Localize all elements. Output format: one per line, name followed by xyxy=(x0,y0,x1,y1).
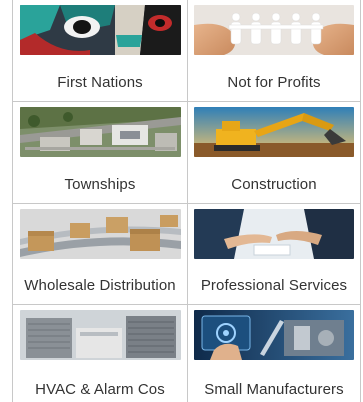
tile-label: Professional Services xyxy=(200,277,348,294)
tile-label: Small Manufacturers xyxy=(204,381,344,398)
business-handshake-image xyxy=(194,209,354,259)
industry-tile-professional-services[interactable]: Professional Services xyxy=(188,204,360,304)
excavator-image xyxy=(194,107,354,157)
totem-pole-art-image xyxy=(20,5,181,55)
industry-row: Townships Construction xyxy=(13,102,360,204)
hvac-units-image xyxy=(20,310,181,360)
industry-tile-first-nations[interactable]: First Nations xyxy=(13,0,188,101)
tile-label: Wholesale Distribution xyxy=(24,277,176,294)
industry-tile-townships[interactable]: Townships xyxy=(13,102,188,203)
industry-tile-construction[interactable]: Construction xyxy=(188,102,360,203)
industry-tile-not-for-profits[interactable]: Not for Profits xyxy=(188,0,360,101)
factory-technology-image xyxy=(194,310,354,360)
tile-label: Construction xyxy=(231,176,317,193)
industry-tile-small-manufacturers[interactable]: Small Manufacturers xyxy=(188,305,360,402)
tile-label: Townships xyxy=(64,176,136,193)
industry-grid: First Nations Not for Profits Townships … xyxy=(12,0,361,402)
tile-label: First Nations xyxy=(57,74,143,91)
industry-row: First Nations Not for Profits xyxy=(13,0,360,102)
hands-paper-people-image xyxy=(194,5,354,55)
tile-label: HVAC & Alarm Cos xyxy=(35,381,165,398)
industry-tile-hvac-alarm[interactable]: HVAC & Alarm Cos xyxy=(13,305,188,402)
boxes-conveyor-image xyxy=(20,209,181,259)
industry-row: Wholesale Distribution Professional Serv… xyxy=(13,204,360,305)
industry-tile-wholesale-distribution[interactable]: Wholesale Distribution xyxy=(13,204,188,304)
tile-label: Not for Profits xyxy=(227,74,321,91)
aerial-town-image xyxy=(20,107,181,157)
industry-row: HVAC & Alarm Cos Small Manufacturers xyxy=(13,305,360,402)
